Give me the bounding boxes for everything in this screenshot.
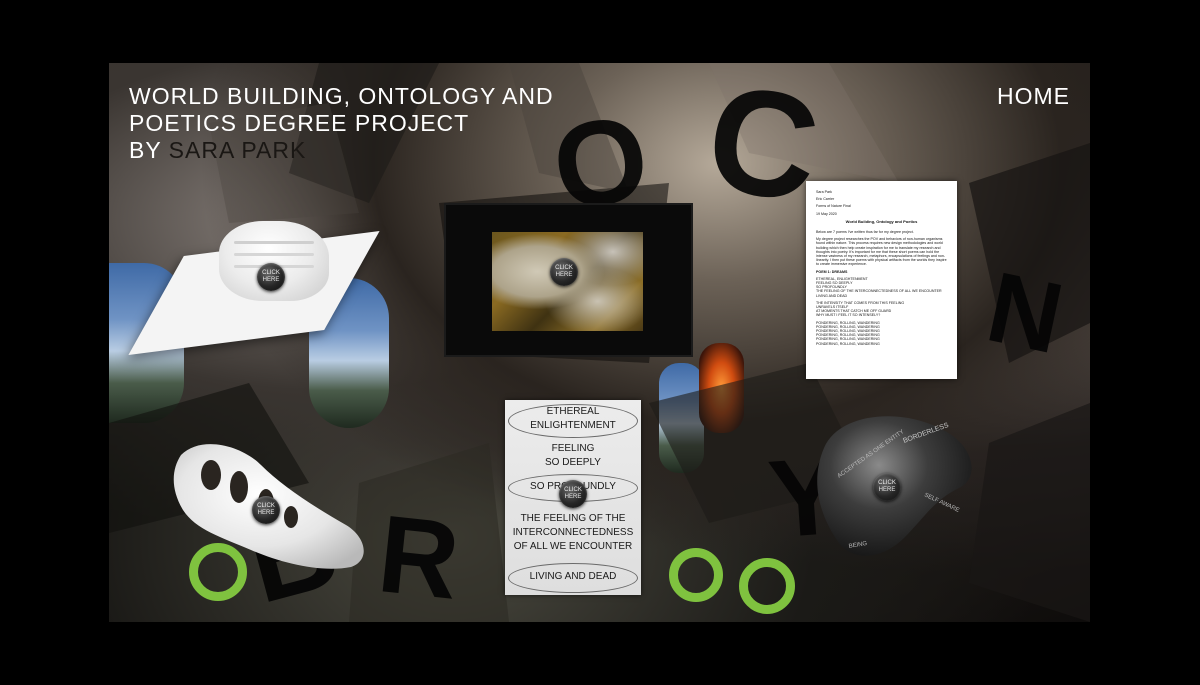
doc-course: Forms of Nature Final	[816, 204, 851, 209]
doc-poem-line: LIVING AND DEAD	[816, 293, 848, 298]
poem-line: SO DEEPLY	[545, 457, 601, 468]
click-here-button[interactable]: CLICK HERE	[257, 263, 285, 291]
poem-line: LIVING AND DEAD	[529, 571, 617, 582]
doc-heading: World Building, Ontology and Poetics	[845, 218, 918, 224]
doc-poem-title: POEM 1: DREAMS	[816, 269, 848, 274]
click-here-button[interactable]: CLICK HERE	[550, 258, 578, 286]
poem-line: INTERCONNECTEDNESS	[512, 527, 634, 538]
click-label: CLICK	[878, 480, 896, 486]
doc-body: My degree project researches the POV and…	[816, 237, 947, 267]
click-here-button[interactable]: CLICK HERE	[559, 480, 587, 508]
here-label: HERE	[878, 487, 896, 493]
poem-line: OF ALL WE ENCOUNTER	[513, 541, 633, 552]
poem-line: ENLIGHTENMENT	[530, 420, 616, 431]
doc-author: Sara Park	[816, 190, 832, 194]
essay-document[interactable]: Sara Park Eric Carrier Forms of Nature F…	[806, 181, 957, 379]
title-line-1: WORLD BUILDING, ONTOLOGY AND	[129, 83, 554, 109]
title-by: BY	[129, 137, 162, 163]
title-line-3: BY SARA PARK	[129, 137, 554, 164]
doc-poem-stanza-1: ETHEREAL, ENLIGHTENMENT FEELING SO DEEPL…	[816, 277, 947, 298]
click-label: CLICK	[257, 503, 275, 509]
click-label: CLICK	[262, 270, 280, 276]
here-label: HERE	[257, 510, 275, 516]
home-link[interactable]: HOME	[997, 83, 1070, 110]
click-label: CLICK	[564, 487, 582, 493]
doc-date: 19 May 2020	[816, 211, 837, 216]
doc-teacher: Eric Carrier	[816, 197, 835, 202]
title-line-2: POETICS DEGREE PROJECT	[129, 110, 470, 136]
poem-line: FEELING	[551, 443, 595, 454]
doc-poem-line: WHY MUST I FEEL IT SO INTENSELY?	[816, 313, 881, 318]
click-here-button[interactable]: CLICK HERE	[252, 496, 280, 524]
poem-line: ETHEREAL	[546, 406, 600, 417]
here-label: HERE	[555, 272, 573, 278]
here-label: HERE	[262, 277, 280, 283]
poem-line: THE FEELING OF THE	[520, 513, 626, 524]
here-label: HERE	[564, 494, 582, 500]
doc-poem-stanza-2: THE INTENSITY THAT COMES FROM THIS FEELI…	[816, 301, 947, 318]
click-label: CLICK	[555, 265, 573, 271]
doc-poem-stanza-3: PONDERING, ROLLING, WANDERING PONDERING,…	[816, 321, 947, 346]
author-name: SARA PARK	[168, 137, 307, 163]
page-title: WORLD BUILDING, ONTOLOGY AND POETICS DEG…	[129, 83, 554, 164]
doc-poem-line: PONDERING, ROLLING, WANDERING	[816, 341, 880, 346]
background-letter: R	[372, 492, 465, 622]
doc-intro: Below are 7 poems I've written thus far …	[816, 230, 914, 235]
click-here-button[interactable]: CLICK HERE	[873, 473, 901, 501]
collage-stage: O C B R Y N WORLD BUILDING, ONTOLOGY AND…	[109, 63, 1090, 622]
